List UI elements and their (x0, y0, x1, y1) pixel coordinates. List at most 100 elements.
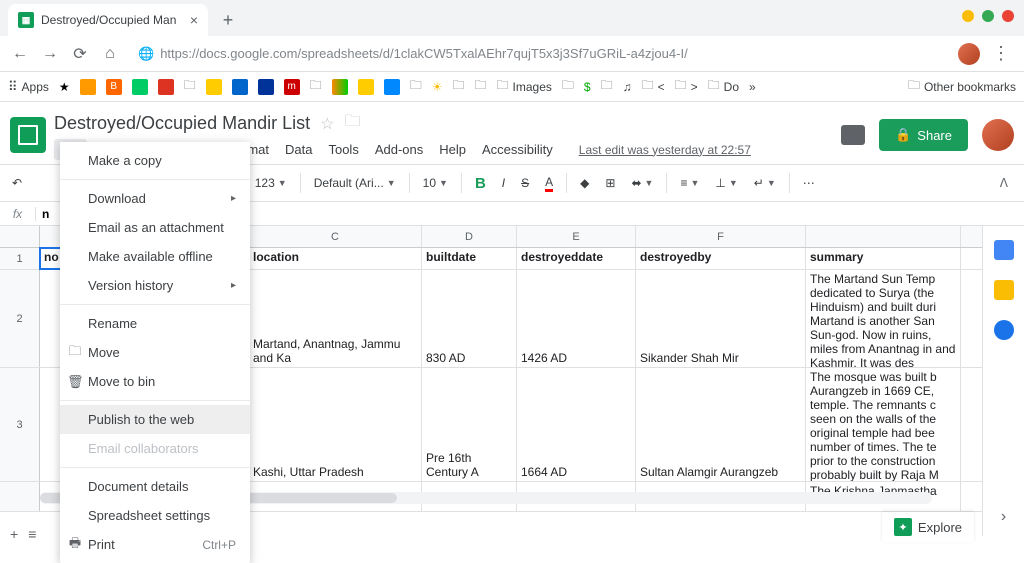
italic-button[interactable]: I (496, 172, 511, 194)
new-tab-button[interactable]: + (214, 6, 242, 34)
share-button[interactable]: 🔒 Share (879, 119, 968, 151)
select-all-corner[interactable] (0, 226, 40, 247)
bookmark-do[interactable]: 🗀 Do (708, 76, 739, 97)
cell[interactable]: destroyedby (636, 248, 806, 269)
menu-accessibility[interactable]: Accessibility (476, 139, 559, 160)
bookmark-icon[interactable] (384, 79, 400, 95)
menu-help[interactable]: Help (433, 139, 472, 160)
fontsize-dropdown[interactable]: 10 ▼ (417, 172, 454, 194)
borders-button[interactable]: ⊞ (599, 172, 621, 194)
menu-download[interactable]: Download▸ (60, 184, 250, 213)
tasks-icon[interactable] (994, 320, 1014, 340)
menu-print[interactable]: 🖶PrintCtrl+P (60, 530, 250, 559)
profile-avatar[interactable] (958, 43, 980, 65)
row-header[interactable] (0, 482, 40, 511)
close-icon[interactable]: × (190, 12, 198, 28)
bookmark-folder[interactable]: 🗀 (410, 76, 422, 97)
row-header[interactable]: 1 (0, 248, 40, 269)
font-dropdown[interactable]: Default (Ari... ▼ (308, 172, 402, 194)
cell[interactable]: Pre 16th Century A (422, 368, 517, 481)
calendar-icon[interactable] (994, 240, 1014, 260)
apps-button[interactable]: ⠿ Apps (8, 79, 49, 95)
url-input[interactable]: 🌐 https://docs.google.com/spreadsheets/d… (128, 46, 952, 62)
menu-move-bin[interactable]: 🗑Move to bin (60, 367, 250, 396)
cell[interactable]: destroyeddate (517, 248, 636, 269)
menu-tools[interactable]: Tools (322, 139, 364, 160)
text-color-button[interactable]: A (539, 171, 559, 196)
back-button[interactable]: ← (8, 42, 32, 66)
cell[interactable]: 830 AD (422, 270, 517, 367)
bookmark-icon[interactable] (158, 79, 174, 95)
cell[interactable]: Sikander Shah Mir (636, 270, 806, 367)
col-header[interactable]: C (249, 226, 422, 247)
bookmark-music[interactable]: ♫ (623, 80, 632, 94)
bold-button[interactable]: B (469, 171, 492, 196)
explore-button[interactable]: ✦ Explore (882, 512, 974, 542)
cell[interactable]: summary (806, 248, 961, 269)
bookmark-overflow[interactable]: » (749, 80, 756, 94)
bookmark-icon[interactable] (132, 79, 148, 95)
bookmark-folder[interactable]: 🗀 (601, 76, 613, 97)
bookmark-folder[interactable]: 🗀 (474, 76, 486, 97)
bookmark-icon[interactable]: B (106, 79, 122, 95)
cell[interactable]: Sultan Alamgir Aurangzeb (636, 368, 806, 481)
row-header[interactable]: 2 (0, 270, 40, 367)
menu-move[interactable]: 🗀Move (60, 338, 250, 367)
bookmark-folder[interactable]: 🗀 (310, 76, 322, 97)
zoom-dropdown[interactable]: 123▼ (249, 172, 293, 194)
all-sheets-button[interactable]: ≡ (28, 526, 36, 542)
bookmark-folder[interactable]: 🗀 (184, 76, 196, 97)
formula-input[interactable]: n (36, 207, 55, 221)
menu-make-copy[interactable]: Make a copy (60, 146, 250, 175)
move-folder-icon[interactable]: 🗀 (344, 110, 360, 137)
bookmark-icon[interactable]: m (284, 79, 300, 95)
minimize-button[interactable] (962, 10, 974, 22)
menu-email-attachment[interactable]: Email as an attachment (60, 213, 250, 242)
document-title[interactable]: Destroyed/Occupied Mandir List (54, 113, 310, 134)
cell[interactable]: Kashi, Uttar Pradesh (249, 368, 422, 481)
undo-button[interactable]: ↶ (6, 172, 28, 194)
halign-button[interactable]: ≡ ▼ (674, 172, 705, 194)
bookmark-icon[interactable] (232, 79, 248, 95)
cell[interactable]: location (249, 248, 422, 269)
home-button[interactable]: ⌂ (98, 42, 122, 66)
add-sheet-button[interactable]: + (10, 526, 18, 542)
fill-color-button[interactable]: ◆ (574, 172, 595, 194)
more-button[interactable]: ⋯ (797, 172, 821, 194)
star-icon[interactable]: ☆ (320, 114, 334, 134)
menu-publish-web[interactable]: Publish to the web (60, 405, 250, 434)
bookmark-images[interactable]: 🗀 Images (497, 76, 552, 97)
strike-button[interactable]: S (515, 172, 535, 194)
bookmark-icon[interactable] (206, 79, 222, 95)
row-header[interactable]: 3 (0, 368, 40, 481)
forward-button[interactable]: → (38, 42, 62, 66)
cell[interactable]: Martand, Anantnag, Jammu and Ka (249, 270, 422, 367)
close-window-button[interactable] (1002, 10, 1014, 22)
keep-icon[interactable] (994, 280, 1014, 300)
bookmark-icon[interactable] (258, 79, 274, 95)
col-header[interactable]: E (517, 226, 636, 247)
col-header[interactable]: D (422, 226, 517, 247)
wrap-button[interactable]: ↵ ▼ (748, 172, 782, 194)
reload-button[interactable]: ⟳ (68, 42, 92, 66)
account-avatar[interactable] (982, 119, 1014, 151)
sheets-logo[interactable] (10, 117, 46, 153)
col-header[interactable] (806, 226, 961, 247)
menu-data[interactable]: Data (279, 139, 318, 160)
maximize-button[interactable] (982, 10, 994, 22)
chevron-right-icon[interactable]: › (1001, 508, 1006, 526)
menu-rename[interactable]: Rename (60, 309, 250, 338)
cell[interactable]: 1664 AD (517, 368, 636, 481)
last-edit-link[interactable]: Last edit was yesterday at 22:57 (573, 140, 757, 160)
menu-addons[interactable]: Add-ons (369, 139, 429, 160)
valign-button[interactable]: ⊥ ▼ (709, 172, 743, 194)
menu-make-offline[interactable]: Make available offline (60, 242, 250, 271)
cell[interactable]: The Martand Sun Temp dedicated to Surya … (806, 270, 961, 367)
bookmark-gt[interactable]: 🗀 > (675, 76, 698, 97)
cell[interactable]: 1426 AD (517, 270, 636, 367)
bookmark-icon[interactable] (80, 79, 96, 95)
browser-menu-button[interactable]: ⋮ (986, 43, 1016, 64)
bookmark-folder[interactable]: 🗀 (562, 76, 574, 97)
bookmark-lt[interactable]: 🗀 < (642, 76, 665, 97)
comments-icon[interactable] (841, 125, 865, 145)
